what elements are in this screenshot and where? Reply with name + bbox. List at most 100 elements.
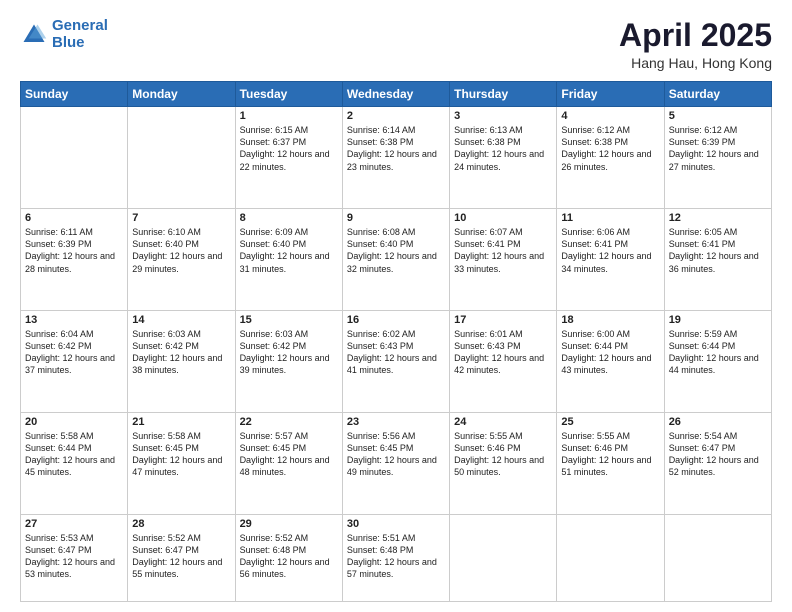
- day-number: 15: [240, 314, 338, 326]
- logo-icon: [20, 21, 48, 49]
- table-row: [450, 514, 557, 601]
- calendar-week-row: 20 Sunrise: 5:58 AMSunset: 6:44 PMDaylig…: [21, 413, 772, 515]
- day-number: 1: [240, 110, 338, 122]
- table-row: 18 Sunrise: 6:00 AMSunset: 6:44 PMDaylig…: [557, 311, 664, 413]
- table-row: 6 Sunrise: 6:11 AMSunset: 6:39 PMDayligh…: [21, 209, 128, 311]
- table-row: [664, 514, 771, 601]
- col-tuesday: Tuesday: [235, 82, 342, 107]
- table-row: [128, 107, 235, 209]
- table-row: 25 Sunrise: 5:55 AMSunset: 6:46 PMDaylig…: [557, 413, 664, 515]
- day-number: 28: [132, 518, 230, 530]
- day-number: 18: [561, 314, 659, 326]
- cell-sunrise: Sunrise: 6:04 AMSunset: 6:42 PMDaylight:…: [25, 329, 115, 375]
- table-row: 7 Sunrise: 6:10 AMSunset: 6:40 PMDayligh…: [128, 209, 235, 311]
- day-number: 19: [669, 314, 767, 326]
- cell-sunrise: Sunrise: 5:59 AMSunset: 6:44 PMDaylight:…: [669, 329, 759, 375]
- calendar-header-row: Sunday Monday Tuesday Wednesday Thursday…: [21, 82, 772, 107]
- day-number: 25: [561, 416, 659, 428]
- cell-sunrise: Sunrise: 5:55 AMSunset: 6:46 PMDaylight:…: [561, 431, 651, 477]
- calendar-week-row: 6 Sunrise: 6:11 AMSunset: 6:39 PMDayligh…: [21, 209, 772, 311]
- table-row: 29 Sunrise: 5:52 AMSunset: 6:48 PMDaylig…: [235, 514, 342, 601]
- header: General Blue April 2025 Hang Hau, Hong K…: [20, 18, 772, 71]
- col-monday: Monday: [128, 82, 235, 107]
- cell-sunrise: Sunrise: 6:12 AMSunset: 6:38 PMDaylight:…: [561, 125, 651, 171]
- cell-sunrise: Sunrise: 6:09 AMSunset: 6:40 PMDaylight:…: [240, 227, 330, 273]
- calendar-week-row: 13 Sunrise: 6:04 AMSunset: 6:42 PMDaylig…: [21, 311, 772, 413]
- day-number: 7: [132, 212, 230, 224]
- day-number: 27: [25, 518, 123, 530]
- cell-sunrise: Sunrise: 6:15 AMSunset: 6:37 PMDaylight:…: [240, 125, 330, 171]
- table-row: 14 Sunrise: 6:03 AMSunset: 6:42 PMDaylig…: [128, 311, 235, 413]
- cell-sunrise: Sunrise: 6:13 AMSunset: 6:38 PMDaylight:…: [454, 125, 544, 171]
- page: General Blue April 2025 Hang Hau, Hong K…: [0, 0, 792, 612]
- cell-sunrise: Sunrise: 6:12 AMSunset: 6:39 PMDaylight:…: [669, 125, 759, 171]
- location: Hang Hau, Hong Kong: [619, 55, 772, 71]
- day-number: 11: [561, 212, 659, 224]
- cell-sunrise: Sunrise: 5:51 AMSunset: 6:48 PMDaylight:…: [347, 533, 437, 579]
- day-number: 12: [669, 212, 767, 224]
- cell-sunrise: Sunrise: 6:00 AMSunset: 6:44 PMDaylight:…: [561, 329, 651, 375]
- day-number: 23: [347, 416, 445, 428]
- day-number: 9: [347, 212, 445, 224]
- table-row: 17 Sunrise: 6:01 AMSunset: 6:43 PMDaylig…: [450, 311, 557, 413]
- table-row: 28 Sunrise: 5:52 AMSunset: 6:47 PMDaylig…: [128, 514, 235, 601]
- table-row: 24 Sunrise: 5:55 AMSunset: 6:46 PMDaylig…: [450, 413, 557, 515]
- day-number: 14: [132, 314, 230, 326]
- day-number: 29: [240, 518, 338, 530]
- cell-sunrise: Sunrise: 6:14 AMSunset: 6:38 PMDaylight:…: [347, 125, 437, 171]
- cell-sunrise: Sunrise: 6:08 AMSunset: 6:40 PMDaylight:…: [347, 227, 437, 273]
- table-row: 2 Sunrise: 6:14 AMSunset: 6:38 PMDayligh…: [342, 107, 449, 209]
- day-number: 4: [561, 110, 659, 122]
- table-row: 22 Sunrise: 5:57 AMSunset: 6:45 PMDaylig…: [235, 413, 342, 515]
- cell-sunrise: Sunrise: 6:03 AMSunset: 6:42 PMDaylight:…: [132, 329, 222, 375]
- cell-sunrise: Sunrise: 5:57 AMSunset: 6:45 PMDaylight:…: [240, 431, 330, 477]
- col-sunday: Sunday: [21, 82, 128, 107]
- table-row: 13 Sunrise: 6:04 AMSunset: 6:42 PMDaylig…: [21, 311, 128, 413]
- day-number: 6: [25, 212, 123, 224]
- cell-sunrise: Sunrise: 6:10 AMSunset: 6:40 PMDaylight:…: [132, 227, 222, 273]
- cell-sunrise: Sunrise: 5:56 AMSunset: 6:45 PMDaylight:…: [347, 431, 437, 477]
- cell-sunrise: Sunrise: 6:01 AMSunset: 6:43 PMDaylight:…: [454, 329, 544, 375]
- table-row: 30 Sunrise: 5:51 AMSunset: 6:48 PMDaylig…: [342, 514, 449, 601]
- table-row: 20 Sunrise: 5:58 AMSunset: 6:44 PMDaylig…: [21, 413, 128, 515]
- day-number: 17: [454, 314, 552, 326]
- cell-sunrise: Sunrise: 6:06 AMSunset: 6:41 PMDaylight:…: [561, 227, 651, 273]
- table-row: 11 Sunrise: 6:06 AMSunset: 6:41 PMDaylig…: [557, 209, 664, 311]
- col-wednesday: Wednesday: [342, 82, 449, 107]
- day-number: 21: [132, 416, 230, 428]
- table-row: 23 Sunrise: 5:56 AMSunset: 6:45 PMDaylig…: [342, 413, 449, 515]
- day-number: 22: [240, 416, 338, 428]
- cell-sunrise: Sunrise: 5:52 AMSunset: 6:48 PMDaylight:…: [240, 533, 330, 579]
- table-row: 15 Sunrise: 6:03 AMSunset: 6:42 PMDaylig…: [235, 311, 342, 413]
- calendar-week-row: 1 Sunrise: 6:15 AMSunset: 6:37 PMDayligh…: [21, 107, 772, 209]
- table-row: [21, 107, 128, 209]
- cell-sunrise: Sunrise: 6:11 AMSunset: 6:39 PMDaylight:…: [25, 227, 115, 273]
- day-number: 8: [240, 212, 338, 224]
- logo-text: General Blue: [52, 18, 108, 51]
- table-row: 9 Sunrise: 6:08 AMSunset: 6:40 PMDayligh…: [342, 209, 449, 311]
- logo-line2: Blue: [52, 34, 85, 51]
- calendar-table: Sunday Monday Tuesday Wednesday Thursday…: [20, 81, 772, 602]
- table-row: 4 Sunrise: 6:12 AMSunset: 6:38 PMDayligh…: [557, 107, 664, 209]
- table-row: 21 Sunrise: 5:58 AMSunset: 6:45 PMDaylig…: [128, 413, 235, 515]
- day-number: 10: [454, 212, 552, 224]
- cell-sunrise: Sunrise: 5:58 AMSunset: 6:45 PMDaylight:…: [132, 431, 222, 477]
- table-row: 1 Sunrise: 6:15 AMSunset: 6:37 PMDayligh…: [235, 107, 342, 209]
- table-row: 3 Sunrise: 6:13 AMSunset: 6:38 PMDayligh…: [450, 107, 557, 209]
- table-row: [557, 514, 664, 601]
- table-row: 5 Sunrise: 6:12 AMSunset: 6:39 PMDayligh…: [664, 107, 771, 209]
- day-number: 13: [25, 314, 123, 326]
- col-saturday: Saturday: [664, 82, 771, 107]
- cell-sunrise: Sunrise: 5:52 AMSunset: 6:47 PMDaylight:…: [132, 533, 222, 579]
- cell-sunrise: Sunrise: 6:07 AMSunset: 6:41 PMDaylight:…: [454, 227, 544, 273]
- day-number: 30: [347, 518, 445, 530]
- month-title: April 2025: [619, 18, 772, 53]
- title-block: April 2025 Hang Hau, Hong Kong: [619, 18, 772, 71]
- cell-sunrise: Sunrise: 5:53 AMSunset: 6:47 PMDaylight:…: [25, 533, 115, 579]
- col-thursday: Thursday: [450, 82, 557, 107]
- table-row: 26 Sunrise: 5:54 AMSunset: 6:47 PMDaylig…: [664, 413, 771, 515]
- cell-sunrise: Sunrise: 6:05 AMSunset: 6:41 PMDaylight:…: [669, 227, 759, 273]
- table-row: 19 Sunrise: 5:59 AMSunset: 6:44 PMDaylig…: [664, 311, 771, 413]
- table-row: 12 Sunrise: 6:05 AMSunset: 6:41 PMDaylig…: [664, 209, 771, 311]
- calendar-week-row: 27 Sunrise: 5:53 AMSunset: 6:47 PMDaylig…: [21, 514, 772, 601]
